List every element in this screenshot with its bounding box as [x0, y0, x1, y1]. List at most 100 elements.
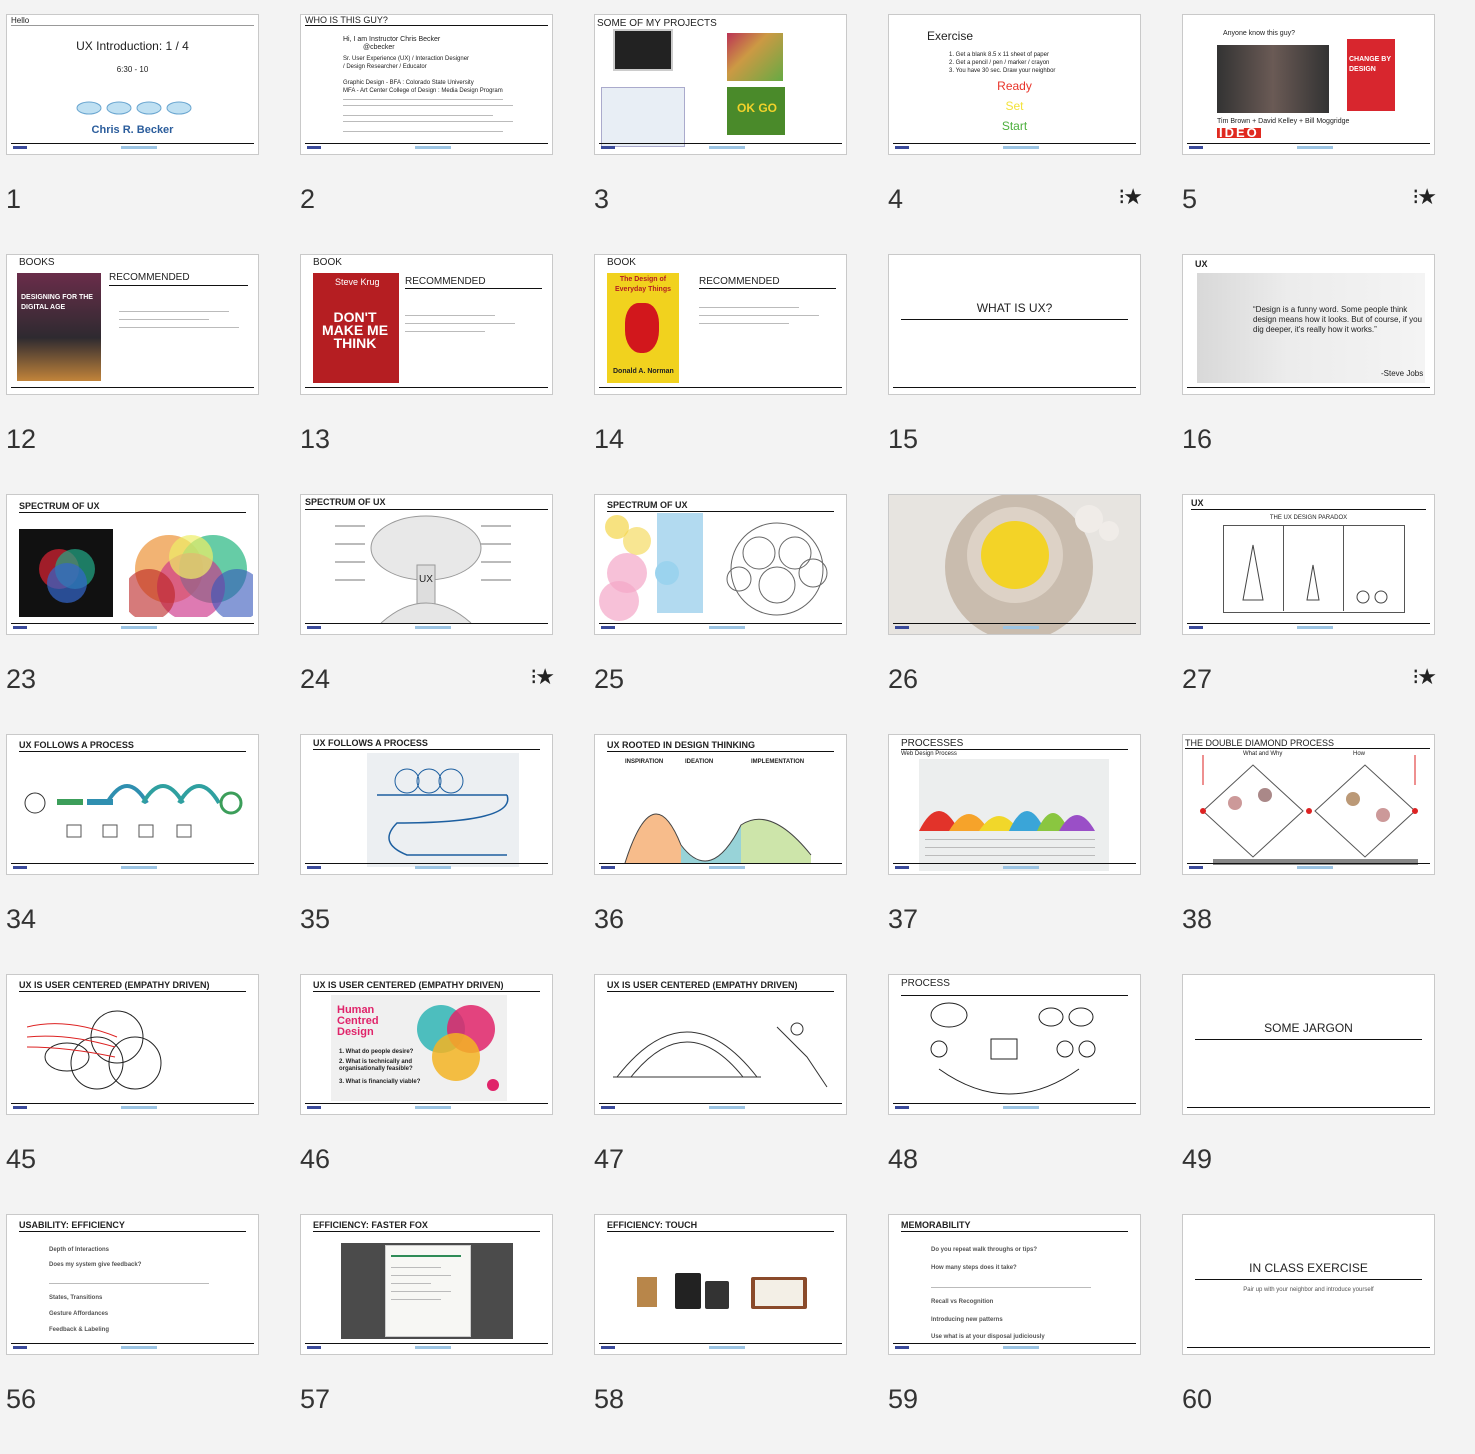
- slide-cell[interactable]: SPECTRUM OF UX 25: [594, 494, 849, 734]
- slide-label: BOOK: [313, 257, 342, 268]
- slide-thumbnail[interactable]: SOME JARGON: [1182, 974, 1435, 1115]
- slide-number: 49: [1182, 1144, 1213, 1174]
- slide-cell[interactable]: BOOK RECOMMENDED Steve Krug DON'T MAKE M…: [300, 254, 555, 494]
- slide-cell[interactable]: UX THE UX DESIGN PARADOX 27 ⁝★: [1182, 494, 1437, 734]
- slide-cell[interactable]: UX IS USER CENTERED (EMPATHY DRIVEN) Hum…: [300, 974, 555, 1214]
- slide-number: 12: [6, 424, 37, 454]
- column-label: IDEATION: [685, 759, 714, 765]
- slide-thumbnail[interactable]: UX FOLLOWS A PROCESS: [300, 734, 553, 875]
- venn-dark-image: [19, 529, 113, 617]
- slide-cell[interactable]: UX “Design is a funny word. Some people …: [1182, 254, 1437, 494]
- slide-number: 15: [888, 424, 919, 454]
- slide-cell[interactable]: USABILITY: EFFICIENCY Depth of Interacti…: [6, 1214, 261, 1454]
- slide-thumbnail[interactable]: THE DOUBLE DIAMOND PROCESS What and Why …: [1182, 734, 1435, 875]
- slide-cell[interactable]: THE DOUBLE DIAMOND PROCESS What and Why …: [1182, 734, 1437, 974]
- slide-thumbnail[interactable]: IN CLASS EXERCISE Pair up with your neig…: [1182, 1214, 1435, 1355]
- starred-icon[interactable]: ⁝★: [1118, 184, 1143, 210]
- slide-thumbnail[interactable]: UX IS USER CENTERED (EMPATHY DRIVEN): [6, 974, 259, 1115]
- slide-cell[interactable]: Anyone know this guy? CHANGE BY DESIGN T…: [1182, 14, 1437, 254]
- slide-cell[interactable]: UX FOLLOWS A PROCESS 35: [300, 734, 555, 974]
- slide-text: Does my system give feedback?: [49, 1262, 142, 1268]
- slide-title: THE DOUBLE DIAMOND PROCESS: [1185, 738, 1335, 748]
- slide-cell[interactable]: SPECTRUM OF UX 23: [6, 494, 261, 734]
- slide-cell[interactable]: BOOK RECOMMENDED The Design of Everyday …: [594, 254, 849, 494]
- starred-icon[interactable]: ⁝★: [1412, 664, 1437, 690]
- process-sketch: [930, 1002, 1096, 1095]
- book-cover: [17, 273, 101, 381]
- slide-cell[interactable]: UX FOLLOWS A PROCESS 34: [6, 734, 261, 974]
- slide-thumbnail[interactable]: UX IS USER CENTERED (EMPATHY DRIVEN): [594, 974, 847, 1115]
- slide-text: How many steps does it take?: [931, 1265, 1017, 1271]
- slide-cell[interactable]: Hello UX Introduction: 1 / 4 6:30 - 10 C…: [6, 14, 261, 254]
- tree-illustration: [370, 515, 482, 624]
- slide-thumbnail[interactable]: MEMORABILITY Do you repeat walk throughs…: [888, 1214, 1141, 1355]
- slide-thumbnail[interactable]: WHAT IS UX?: [888, 254, 1141, 395]
- rocket-sketches: [1242, 544, 1388, 604]
- slide-thumbnail[interactable]: PROCESSES Web Design Process: [888, 734, 1141, 875]
- slide-cell[interactable]: EFFICIENCY: TOUCH 58: [594, 1214, 849, 1454]
- starred-icon[interactable]: ⁝★: [530, 664, 555, 690]
- slide-thumbnail[interactable]: BOOKS RECOMMENDED DESIGNING FOR THE DIGI…: [6, 254, 259, 395]
- slide-cell[interactable]: WHO IS THIS GUY? Hi, I am Instructor Chr…: [300, 14, 555, 254]
- slide-thumbnail[interactable]: USABILITY: EFFICIENCY Depth of Interacti…: [6, 1214, 259, 1355]
- teapot-image: [625, 303, 659, 353]
- slide-text: RECOMMENDED: [109, 272, 190, 283]
- slide-text: RECOMMENDED: [699, 276, 780, 287]
- slide-thumbnail[interactable]: UX “Design is a funny word. Some people …: [1182, 254, 1435, 395]
- slide-thumbnail[interactable]: UX IS USER CENTERED (EMPATHY DRIVEN) Hum…: [300, 974, 553, 1115]
- slide-cell[interactable]: Exercise 1. Get a blank 8.5 x 11 sheet o…: [888, 14, 1143, 254]
- slide-cell[interactable]: WHAT IS UX? 15: [888, 254, 1143, 494]
- quote-attribution: -Steve Jobs: [1381, 369, 1424, 378]
- slide-thumbnail[interactable]: Exercise 1. Get a blank 8.5 x 11 sheet o…: [888, 14, 1141, 155]
- slide-number: 26: [888, 664, 919, 694]
- slide-title: UX IS USER CENTERED (EMPATHY DRIVEN): [19, 980, 210, 990]
- slide-thumbnail[interactable]: PROCESS: [888, 974, 1141, 1115]
- sketch-diagram: [27, 1010, 162, 1090]
- slide-thumbnail[interactable]: EFFICIENCY: FASTER FOX: [300, 1214, 553, 1355]
- slide-thumbnail[interactable]: Anyone know this guy? CHANGE BY DESIGN T…: [1182, 14, 1435, 155]
- slide-thumbnail[interactable]: UX FOLLOWS A PROCESS: [6, 734, 259, 875]
- slide-caption: THE UX DESIGN PARADOX: [1269, 515, 1348, 521]
- loop-diagram: [377, 768, 509, 856]
- slide-thumbnail[interactable]: BOOK RECOMMENDED The Design of Everyday …: [594, 254, 847, 395]
- slide-text: Gesture Affordances: [49, 1311, 109, 1317]
- starred-icon[interactable]: ⁝★: [1412, 184, 1437, 210]
- slide-thumbnail[interactable]: SPECTRUM OF UX UX: [300, 494, 553, 635]
- slide-title: USABILITY: EFFICIENCY: [19, 1220, 125, 1230]
- spectrum-map: [597, 513, 703, 625]
- slide-cell[interactable]: UX ROOTED IN DESIGN THINKING INSPIRATION…: [594, 734, 849, 974]
- slide-number: 16: [1182, 424, 1213, 454]
- slide-title: SOME JARGON: [1264, 1021, 1353, 1035]
- slide-thumbnail[interactable]: BOOK RECOMMENDED Steve Krug DON'T MAKE M…: [300, 254, 553, 395]
- slide-cell[interactable]: MEMORABILITY Do you repeat walk throughs…: [888, 1214, 1143, 1454]
- slide-thumbnail[interactable]: EFFICIENCY: TOUCH: [594, 1214, 847, 1355]
- slide-text: 1. What do people desire?: [339, 1049, 414, 1055]
- slide-cell[interactable]: EFFICIENCY: FASTER FOX 57: [300, 1214, 555, 1454]
- slide-label: BOOKS: [19, 257, 55, 268]
- slide-thumbnail[interactable]: Hello UX Introduction: 1 / 4 6:30 - 10 C…: [6, 14, 259, 155]
- slide-thumbnail[interactable]: SOME OF MY PROJECTS OK GO: [594, 14, 847, 155]
- book-title: CHANGE BY DESIGN: [1349, 56, 1391, 73]
- slide-cell[interactable]: PROCESS 48: [888, 974, 1143, 1214]
- slide-cell[interactable]: UX IS USER CENTERED (EMPATHY DRIVEN) 47: [594, 974, 849, 1214]
- venn-color-image: [123, 529, 258, 621]
- slide-thumbnail[interactable]: [888, 494, 1141, 635]
- author-name: Chris R. Becker: [91, 124, 174, 136]
- slide-text: Pair up with your neighbor and introduce…: [1243, 1287, 1374, 1293]
- slide-cell[interactable]: SOME JARGON 49: [1182, 974, 1437, 1214]
- slide-thumbnail[interactable]: SPECTRUM OF UX: [6, 494, 259, 635]
- slide-cell[interactable]: UX IS USER CENTERED (EMPATHY DRIVEN) 45: [6, 974, 261, 1214]
- slide-cell[interactable]: IN CLASS EXERCISE Pair up with your neig…: [1182, 1214, 1437, 1454]
- slide-thumbnail[interactable]: WHO IS THIS GUY? Hi, I am Instructor Chr…: [300, 14, 553, 155]
- slide-thumbnail[interactable]: SPECTRUM OF UX: [594, 494, 847, 635]
- slide-cell[interactable]: BOOKS RECOMMENDED DESIGNING FOR THE DIGI…: [6, 254, 261, 494]
- slide-cell[interactable]: SPECTRUM OF UX UX 24 ⁝★: [300, 494, 555, 734]
- slide-thumbnail[interactable]: UX THE UX DESIGN PARADOX: [1182, 494, 1435, 635]
- slide-cell[interactable]: SOME OF MY PROJECTS OK GO 3: [594, 14, 849, 254]
- venn-diagram: [417, 1005, 499, 1091]
- slide-thumbnail[interactable]: UX ROOTED IN DESIGN THINKING INSPIRATION…: [594, 734, 847, 875]
- slide-cell[interactable]: PROCESSES Web Design Process 37: [888, 734, 1143, 974]
- slide-number: 46: [300, 1144, 331, 1174]
- slide-number: 48: [888, 1144, 919, 1174]
- slide-cell[interactable]: 26: [888, 494, 1143, 734]
